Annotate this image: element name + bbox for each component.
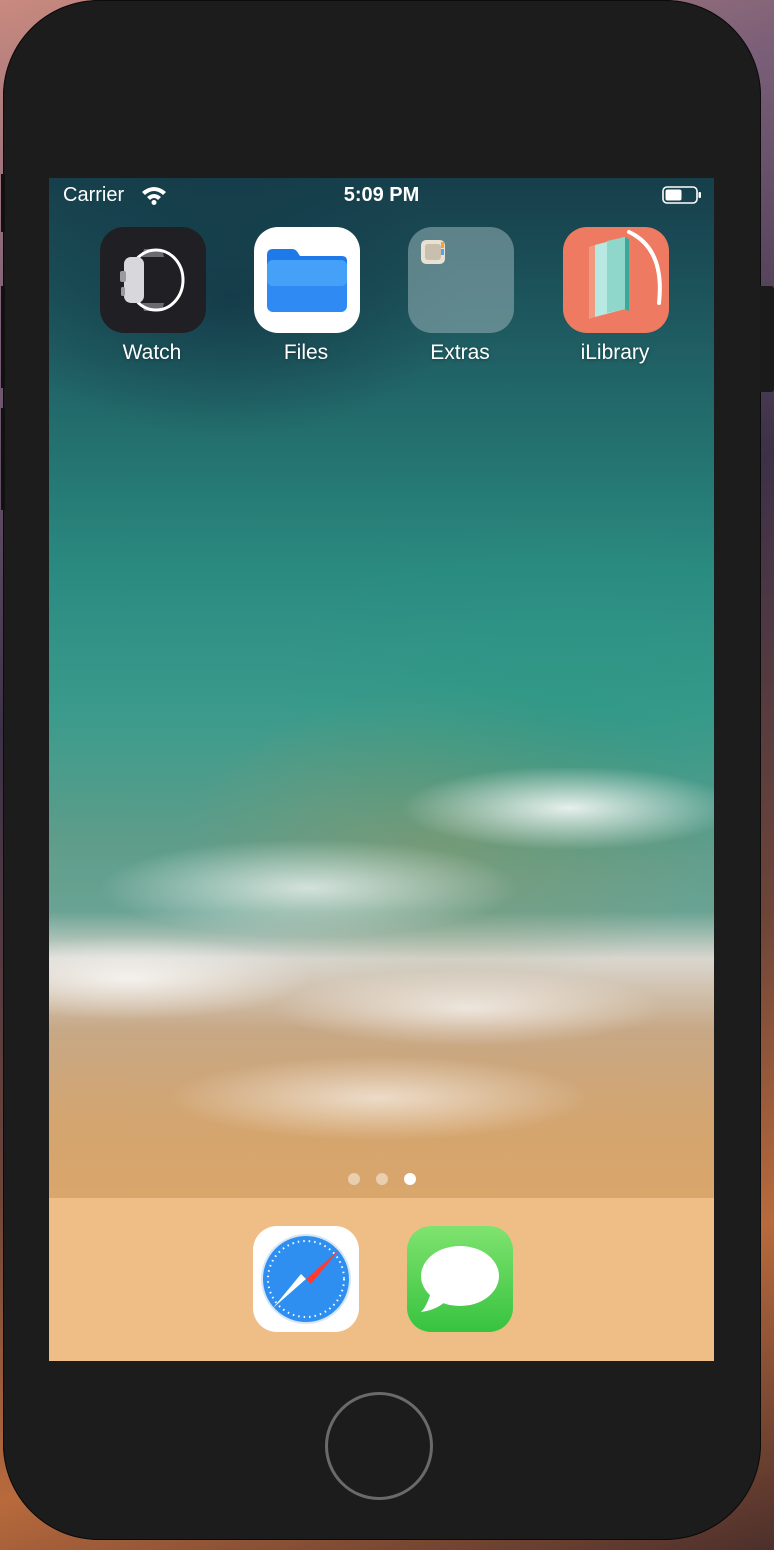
watch-app-icon: [100, 227, 206, 333]
mute-switch: [1, 174, 5, 232]
folder-icon: [408, 227, 514, 333]
files-app-icon: [254, 227, 360, 333]
power-button: [760, 286, 774, 392]
app-label-files: Files: [283, 341, 329, 364]
page-dot-2[interactable]: [375, 1173, 388, 1185]
dock: [49, 1198, 714, 1361]
ilibrary-app-icon: [563, 227, 669, 333]
dock-app-safari[interactable]: [253, 1226, 359, 1332]
page-dot-3-active[interactable]: [403, 1173, 416, 1185]
dock-app-messages[interactable]: [407, 1226, 513, 1332]
status-time: 5:09 PM: [343, 184, 420, 206]
status-bar: Carrier 5:09 PM: [49, 178, 714, 212]
safari-app-icon: [261, 1234, 351, 1324]
home-screen: Carrier 5:09 PM Watch Files Extras iLibr…: [49, 178, 714, 1361]
app-grid: Watch Files Extras iLibrary: [49, 227, 714, 377]
app-label-watch: Watch: [122, 341, 182, 364]
volume-up-button: [1, 286, 5, 388]
battery-icon: [662, 186, 701, 204]
volume-down-button: [1, 408, 5, 510]
page-dot-1[interactable]: [347, 1173, 360, 1185]
app-label-ilibrary: iLibrary: [580, 341, 650, 364]
messages-app-icon: [421, 1246, 499, 1312]
iphone-device-frame: Carrier 5:09 PM Watch Files Extras iLibr…: [1, 0, 774, 1540]
wallpaper-surf: [49, 768, 714, 1148]
home-button-icon[interactable]: [325, 1392, 433, 1500]
page-indicator: [49, 1172, 714, 1185]
app-label-extras: Extras: [430, 341, 490, 364]
